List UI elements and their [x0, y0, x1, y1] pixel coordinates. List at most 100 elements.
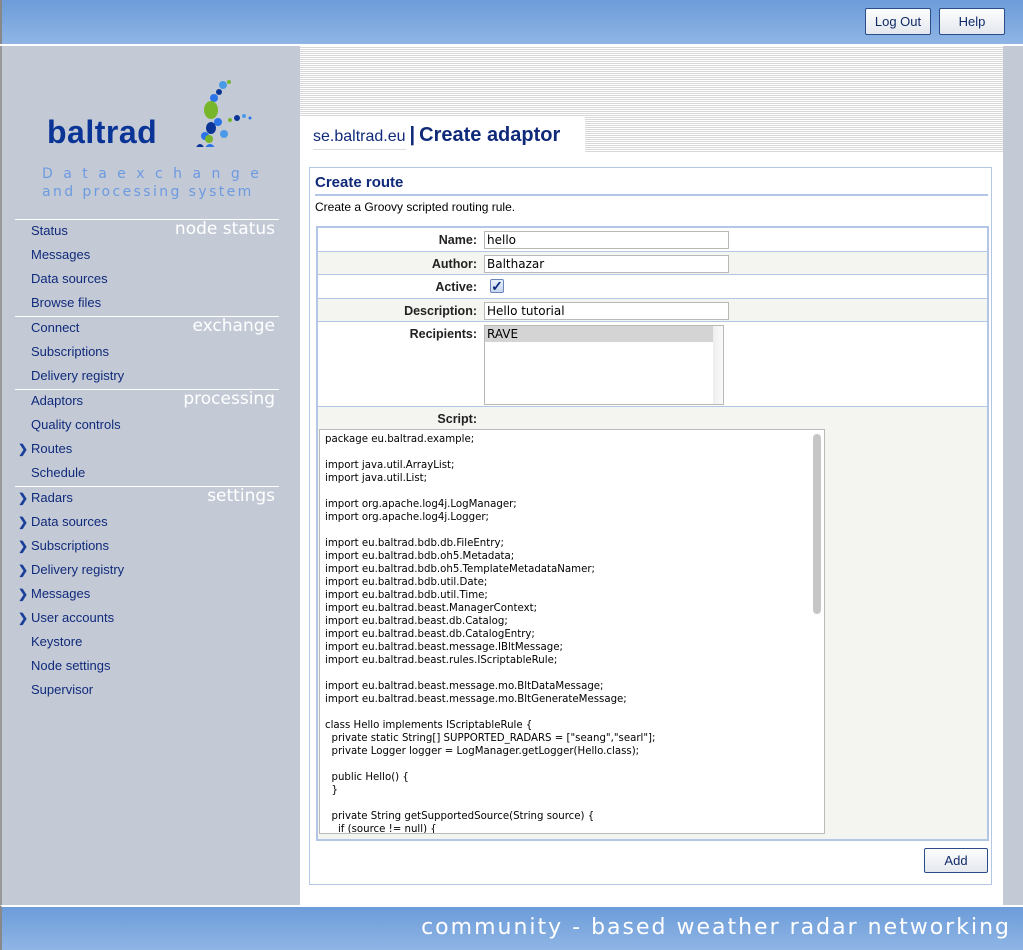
- description-label: Description:: [404, 304, 477, 318]
- sidebar-item-adaptors[interactable]: Adaptors: [18, 391, 83, 411]
- nav-section: exchange: [15, 316, 279, 336]
- sidebar-item-label: Schedule: [31, 465, 86, 480]
- footer-slogan: community - based weather radar networki…: [421, 915, 1011, 940]
- nav-section-title: processing: [183, 389, 275, 409]
- create-route-panel: Create route Create a Groovy scripted ro…: [309, 167, 992, 885]
- chevron-right-icon: ❯: [18, 442, 29, 456]
- sidebar-item-status[interactable]: Status: [18, 221, 68, 241]
- sidebar-item-label: Radars: [31, 490, 73, 505]
- add-button[interactable]: Add: [924, 848, 988, 873]
- sidebar-item-label: Browse files: [31, 295, 102, 310]
- sidebar-item-subscriptions[interactable]: Subscriptions: [18, 342, 109, 362]
- name-row: Name:: [318, 228, 987, 252]
- sidebar-item-supervisor[interactable]: Supervisor: [18, 680, 93, 700]
- chevron-right-icon: ❯: [18, 491, 29, 505]
- sidebar-item-label: Connect: [31, 320, 80, 335]
- sidebar-item-label: Supervisor: [31, 682, 94, 697]
- chevron-right-icon: ❯: [18, 563, 29, 577]
- chevron-right-icon: ❯: [18, 515, 29, 529]
- scrollbar[interactable]: [813, 434, 821, 614]
- right-margin: [1003, 46, 1023, 905]
- sidebar-item-label: Subscriptions: [31, 538, 110, 553]
- author-label: Author:: [431, 257, 477, 271]
- route-form: Name: Author: Active: ✓ Description: Rec…: [316, 226, 989, 841]
- author-input[interactable]: [484, 255, 729, 273]
- sidebar-item-radars[interactable]: ❯ Radars: [18, 488, 73, 508]
- nav-section-title: exchange: [192, 316, 276, 336]
- sidebar-item-connect[interactable]: Connect: [18, 318, 79, 338]
- description-row: Description:: [318, 299, 987, 322]
- script-label: Script:: [437, 412, 477, 426]
- sidebar-item-messages[interactable]: ❯ Messages: [18, 584, 90, 604]
- top-bar: Log Out Help: [0, 0, 1023, 44]
- sidebar-item-label: Data sources: [31, 271, 108, 286]
- active-row: Active: ✓: [318, 275, 987, 299]
- active-label: Active:: [435, 280, 477, 294]
- nav-section: processing: [15, 389, 279, 409]
- sidebar-item-messages[interactable]: Messages: [18, 245, 90, 265]
- name-label: Name:: [438, 233, 477, 247]
- sidebar-item-schedule[interactable]: Schedule: [18, 463, 85, 483]
- main-content: se.baltrad.eu | Create adaptor Create rout…: [300, 46, 1003, 905]
- help-button[interactable]: Help: [939, 8, 1005, 35]
- name-input[interactable]: [484, 231, 729, 249]
- sidebar-item-data-sources[interactable]: Data sources: [18, 269, 108, 289]
- sidebar-item-label: Messages: [31, 247, 91, 262]
- sidebar-item-label: Subscriptions: [31, 344, 110, 359]
- logout-button[interactable]: Log Out: [865, 8, 931, 35]
- recipient-option[interactable]: RAVE: [485, 326, 713, 342]
- sidebar-item-label: Delivery registry: [31, 562, 125, 577]
- chevron-right-icon: ❯: [18, 611, 29, 625]
- breadcrumb: se.baltrad.eu | Create adaptor: [313, 124, 561, 150]
- footer: community - based weather radar networki…: [0, 905, 1023, 950]
- sidebar-item-label: Status: [31, 223, 68, 238]
- sidebar-item-routes[interactable]: ❯ Routes: [18, 439, 72, 459]
- nav-section-title: settings: [207, 486, 275, 506]
- sidebar-item-label: Adaptors: [31, 393, 84, 408]
- sidebar-item-label: Quality controls: [31, 417, 121, 432]
- sidebar-item-browse-files[interactable]: Browse files: [18, 293, 101, 313]
- logo-dots-icon: [196, 80, 252, 147]
- sidebar-item-delivery-registry[interactable]: Delivery registry: [18, 366, 124, 386]
- nav-section: settings: [15, 486, 279, 506]
- panel-description: Create a Groovy scripted routing rule.: [315, 200, 516, 214]
- description-input[interactable]: [484, 302, 729, 320]
- sidebar-item-delivery-registry[interactable]: ❯ Delivery registry: [18, 560, 124, 580]
- baltrad-logo[interactable]: baltrad D a t a e x c h a n g e and proc…: [42, 62, 262, 200]
- sidebar-item-label: Messages: [31, 586, 91, 601]
- recipients-label: Recipients:: [409, 327, 477, 341]
- chevron-right-icon: ❯: [18, 587, 29, 601]
- sidebar-item-label: Node settings: [31, 658, 111, 673]
- sidebar-item-label: User accounts: [31, 610, 115, 625]
- divider: [315, 194, 988, 196]
- script-content: package eu.baltrad.example; import java.…: [325, 434, 656, 834]
- sidebar-item-keystore[interactable]: Keystore: [18, 632, 82, 652]
- sidebar-item-node-settings[interactable]: Node settings: [18, 656, 111, 676]
- sidebar-item-label: Routes: [31, 441, 73, 456]
- author-row: Author:: [318, 252, 987, 275]
- sidebar-item-data-sources[interactable]: ❯ Data sources: [18, 512, 108, 532]
- sidebar-item-label: Delivery registry: [31, 368, 125, 383]
- script-row: Script: package eu.baltrad.example; impo…: [318, 407, 987, 839]
- sidebar-item-label: Keystore: [31, 634, 83, 649]
- page-title: Create adaptor: [419, 124, 561, 146]
- recipients-listbox[interactable]: RAVE: [484, 325, 724, 405]
- active-checkbox[interactable]: ✓: [490, 279, 504, 293]
- recipients-row: Recipients: RAVE: [318, 322, 987, 407]
- sidebar-item-user-accounts[interactable]: ❯ User accounts: [18, 608, 114, 628]
- logo-wordmark: baltrad: [47, 114, 158, 150]
- nav-section-title: node status: [174, 219, 275, 239]
- panel-title: Create route: [315, 174, 404, 191]
- sidebar-item-label: Data sources: [31, 514, 108, 529]
- breadcrumb-separator: |: [409, 124, 416, 146]
- breadcrumb-host[interactable]: se.baltrad.eu: [313, 128, 406, 150]
- checkmark-icon: ✓: [491, 278, 503, 294]
- script-textarea[interactable]: package eu.baltrad.example; import java.…: [319, 429, 825, 834]
- logo-tagline: and processing system: [42, 184, 254, 200]
- sidebar-item-quality-controls[interactable]: Quality controls: [18, 415, 121, 435]
- scrollbar[interactable]: [713, 326, 723, 404]
- sidebar-item-subscriptions[interactable]: ❯ Subscriptions: [18, 536, 109, 556]
- nav-section: node status: [15, 219, 279, 239]
- logo-tagline: D a t a e x c h a n g e: [42, 166, 262, 182]
- chevron-right-icon: ❯: [18, 539, 29, 553]
